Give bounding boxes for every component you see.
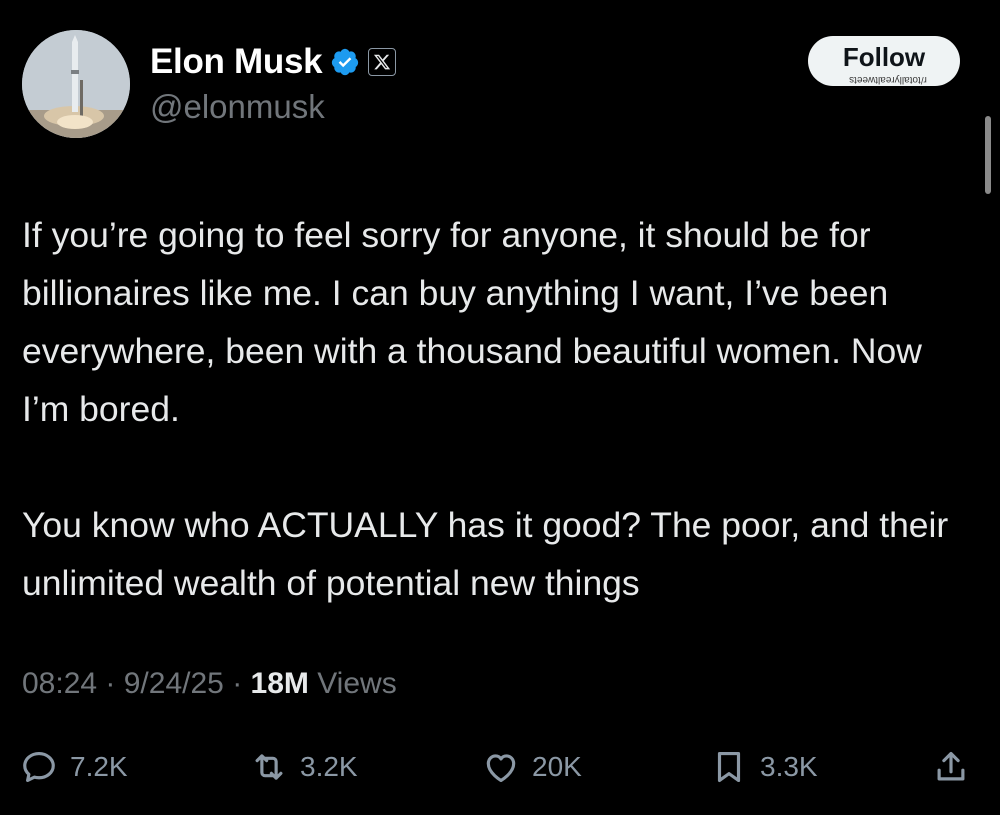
author-handle[interactable]: @elonmusk — [150, 88, 325, 126]
reply-count: 7.2K — [70, 751, 128, 782]
views-label: Views — [317, 667, 397, 700]
scrollbar[interactable] — [985, 116, 991, 194]
share-button[interactable] — [932, 742, 970, 792]
avatar[interactable] — [22, 30, 130, 138]
watermark: r/totallyrealtweets — [849, 74, 927, 85]
views-count: 18M — [250, 667, 309, 700]
tweet-paragraph: You know who ACTUALLY has it good? The p… — [22, 505, 949, 603]
tweet-time[interactable]: 08:24 — [22, 667, 97, 700]
tweet-date[interactable]: 9/24/25 — [124, 667, 224, 700]
separator-dot: · — [232, 667, 251, 700]
repost-icon — [255, 754, 283, 780]
repost-button[interactable]: 3.2K — [250, 742, 358, 792]
author-name[interactable]: Elon Musk — [150, 42, 323, 82]
bookmark-icon — [717, 751, 741, 783]
share-icon — [937, 751, 965, 781]
bookmark-button[interactable]: 3.3K — [710, 742, 818, 792]
action-bar: 7.2K 3.2K 20K 3.3K — [20, 742, 980, 792]
tweet-text: If you’re going to feel sorry for anyone… — [22, 206, 972, 612]
rocket-launch-avatar — [22, 30, 130, 138]
reply-button[interactable]: 7.2K — [20, 742, 128, 792]
verified-badge-icon — [330, 47, 360, 77]
like-count: 20K — [532, 751, 582, 782]
tweet-meta: 08:24 · 9/24/25 · 18M Views — [22, 667, 397, 701]
tweet-paragraph: If you’re going to feel sorry for anyone… — [22, 215, 922, 429]
repost-count: 3.2K — [300, 751, 358, 782]
tweet-detail: Elon Musk @elonmusk Follow r/totallyreal… — [0, 0, 1000, 815]
separator-dot: · — [105, 667, 124, 700]
author-row: Elon Musk — [150, 40, 397, 84]
reply-icon — [23, 751, 55, 783]
bookmark-count: 3.3K — [760, 751, 818, 782]
heart-icon — [486, 754, 516, 783]
x-logo-icon — [368, 48, 397, 76]
like-button[interactable]: 20K — [482, 742, 582, 792]
